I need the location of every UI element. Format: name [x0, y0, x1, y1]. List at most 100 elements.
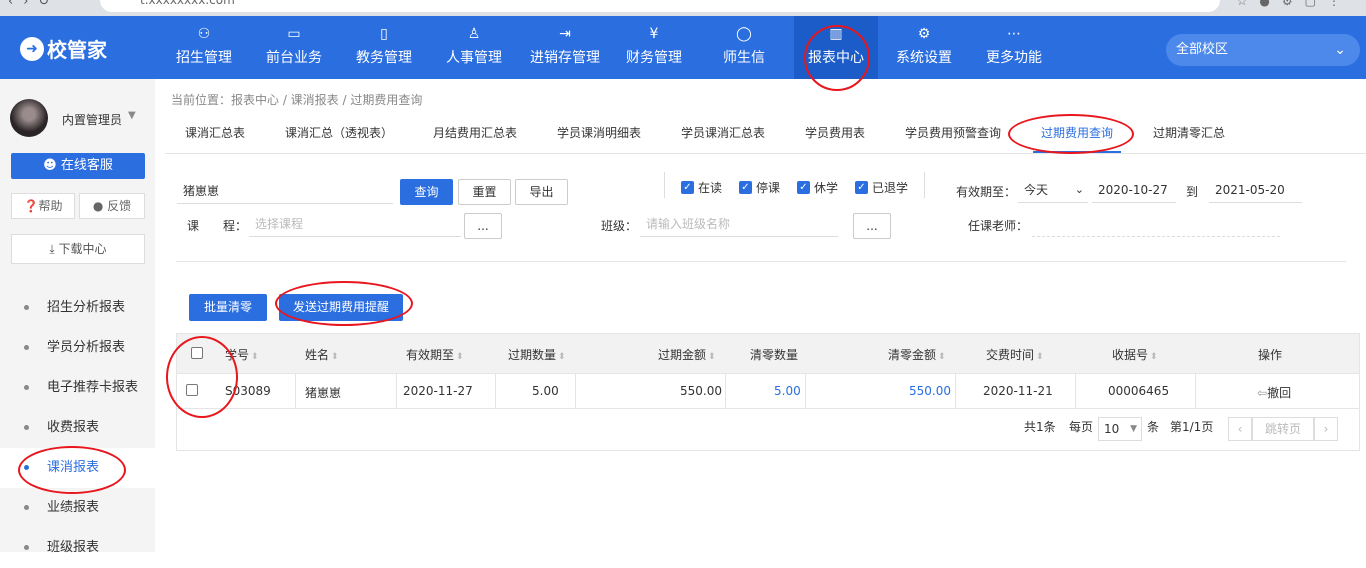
- sidebar-item-class-report[interactable]: 班级报表: [0, 528, 155, 568]
- message-icon: ◯: [736, 26, 752, 42]
- prev-page-button[interactable]: ‹: [1228, 417, 1252, 441]
- cell-receipt: 00006465: [1108, 384, 1170, 398]
- caret-down-icon[interactable]: ▼: [128, 110, 136, 121]
- valid-until-select[interactable]: 今天 ⌄: [1018, 177, 1088, 203]
- tab-consumption-summary[interactable]: 课消汇总表: [185, 116, 245, 153]
- sidebar-item-student-report[interactable]: 学员分析报表: [0, 328, 155, 368]
- col-name[interactable]: 姓名 ⬍: [305, 346, 339, 363]
- cell-expired-qty: 5.00: [532, 384, 559, 398]
- course-label: 课 程：: [187, 219, 248, 233]
- chevron-right-icon: ›: [1323, 422, 1329, 436]
- course-select-input[interactable]: 选择课程: [249, 211, 461, 237]
- nav-more[interactable]: ⋯ 更多功能: [974, 16, 1054, 79]
- row-checkbox[interactable]: [186, 384, 198, 396]
- next-page-button[interactable]: ›: [1314, 417, 1338, 441]
- help-button[interactable]: ❓帮助: [11, 193, 75, 219]
- user-name[interactable]: 内置管理员: [62, 111, 122, 128]
- avatar[interactable]: [10, 99, 48, 137]
- tab-consumption-pivot[interactable]: 课消汇总（透视表）: [285, 116, 393, 153]
- col-expired-qty[interactable]: 过期数量 ⬍: [508, 346, 566, 363]
- class-name-input[interactable]: 请输入班级名称: [640, 211, 838, 237]
- bullet-icon: [24, 345, 29, 350]
- class-picker-button[interactable]: ...: [853, 213, 891, 239]
- address-bar[interactable]: t.xxxxxxxx.com: [100, 0, 1220, 12]
- status-checkbox-withdrawn[interactable]: ✓ 已退学: [855, 179, 908, 196]
- col-expired-amount[interactable]: 过期金额 ⬍: [658, 346, 716, 363]
- date-from-input[interactable]: 2020-10-27: [1092, 177, 1176, 203]
- divider: [1195, 374, 1196, 408]
- select-all-checkbox[interactable]: [191, 347, 203, 359]
- logo[interactable]: ➜ 校管家: [20, 34, 107, 63]
- campus-select[interactable]: 全部校区 ⌄: [1166, 34, 1360, 66]
- student-search-input[interactable]: 猪崽崽: [177, 178, 393, 204]
- nav-reports[interactable]: ▥ 报表中心: [794, 16, 878, 79]
- sidebar-item-fee-report[interactable]: 收费报表: [0, 408, 155, 448]
- cell-expired-amount: 550.00: [680, 384, 722, 398]
- export-button[interactable]: 导出: [515, 179, 568, 205]
- feedback-button[interactable]: ● 反馈: [79, 193, 145, 219]
- col-operation: 操作: [1258, 348, 1283, 362]
- nav-inventory[interactable]: ⇥ 进销存管理: [522, 16, 608, 79]
- date-to-input[interactable]: 2021-05-20: [1209, 177, 1302, 203]
- breadcrumb: 当前位置：报表中心 / 课消报表 / 过期费用查询: [171, 93, 423, 107]
- check-icon: ✓: [855, 181, 868, 194]
- tab-monthly-summary[interactable]: 月结费用汇总表: [433, 116, 517, 153]
- tab-expired-clear-summary[interactable]: 过期清零汇总: [1153, 116, 1225, 153]
- sidebar: 内置管理员 ▼ ☻ 在线客服 ❓帮助 ● 反馈 ⤓ 下载中心 招生分析报表 学员…: [0, 79, 155, 555]
- tab-student-detail[interactable]: 学员课消明细表: [557, 116, 641, 153]
- cell-clear-amount[interactable]: 550.00: [909, 384, 951, 398]
- col-valid-until[interactable]: 有效期至 ⬍: [406, 346, 464, 363]
- col-pay-time[interactable]: 交费时间 ⬍: [986, 346, 1044, 363]
- tab-fee-warning[interactable]: 学员费用预警查询: [905, 116, 1001, 153]
- sort-icon: ⬍: [456, 352, 464, 362]
- sort-icon: ⬍: [1150, 352, 1158, 362]
- sidebar-item-consumption-report[interactable]: 课消报表: [0, 448, 155, 488]
- nav-frontdesk[interactable]: ▭ 前台业务: [254, 16, 334, 79]
- status-checkbox-suspended[interactable]: ✓ 停课: [739, 179, 780, 196]
- divider: [725, 374, 726, 408]
- tab-student-fees[interactable]: 学员费用表: [805, 116, 865, 153]
- online-service-button[interactable]: ☻ 在线客服: [11, 153, 145, 179]
- sort-icon: ⬍: [251, 352, 259, 362]
- bullet-icon: [24, 505, 29, 510]
- col-receipt[interactable]: 收据号 ⬍: [1112, 346, 1158, 363]
- teacher-label: 任课老师：: [968, 219, 1029, 233]
- nav-academic[interactable]: ▯ 教务管理: [344, 16, 424, 79]
- divider: [295, 374, 296, 408]
- cell-clear-qty[interactable]: 5.00: [774, 384, 801, 398]
- teacher-input[interactable]: [1032, 211, 1280, 237]
- sidebar-item-recruit-report[interactable]: 招生分析报表: [0, 288, 155, 328]
- status-checkbox-studying[interactable]: ✓ 在读: [681, 179, 722, 196]
- page-size-select[interactable]: 10 ▼: [1098, 417, 1142, 441]
- sidebar-item-ecard-report[interactable]: 电子推荐卡报表: [0, 368, 155, 408]
- batch-clear-button[interactable]: 批量清零: [189, 294, 267, 321]
- nav-message[interactable]: ◯ 师生信: [704, 16, 784, 79]
- browser-extension-icons[interactable]: ☆●⚙▢⋮: [1237, 0, 1352, 8]
- nav-recruit[interactable]: ⚇ 招生管理: [164, 16, 244, 79]
- nav-finance[interactable]: ¥ 财务管理: [614, 16, 694, 79]
- check-icon: ✓: [797, 181, 810, 194]
- divider: [177, 408, 1359, 409]
- cell-pay-time: 2020-11-21: [983, 384, 1053, 398]
- tab-student-summary[interactable]: 学员课消汇总表: [681, 116, 765, 153]
- reset-button[interactable]: 重置: [458, 179, 511, 205]
- revoke-button[interactable]: ⇦撤回: [1257, 384, 1291, 401]
- send-expired-reminder-button[interactable]: 发送过期费用提醒: [279, 294, 403, 321]
- nav-hr[interactable]: ♙ 人事管理: [434, 16, 514, 79]
- col-student-id[interactable]: 学号 ⬍: [225, 346, 259, 363]
- tab-expired-fees[interactable]: 过期费用查询: [1033, 116, 1121, 153]
- status-checkbox-leave[interactable]: ✓ 休学: [797, 179, 838, 196]
- course-picker-button[interactable]: ...: [464, 213, 502, 239]
- jump-page-button[interactable]: 跳转页: [1252, 417, 1314, 441]
- question-icon: ❓: [23, 199, 39, 213]
- undo-icon: ⇦: [1257, 386, 1268, 400]
- col-clear-amount[interactable]: 清零金额 ⬍: [888, 346, 946, 363]
- pager-page-info: 第1/1页: [1170, 420, 1214, 434]
- bullet-icon: [24, 385, 29, 390]
- bullet-icon: [24, 305, 29, 310]
- download-center-button[interactable]: ⤓ 下载中心: [11, 234, 145, 264]
- sidebar-item-performance-report[interactable]: 业绩报表: [0, 488, 155, 528]
- query-button[interactable]: 查询: [400, 179, 453, 205]
- nav-settings[interactable]: ⚙ 系统设置: [884, 16, 964, 79]
- browser-nav-icons[interactable]: ‹›↻: [8, 0, 59, 9]
